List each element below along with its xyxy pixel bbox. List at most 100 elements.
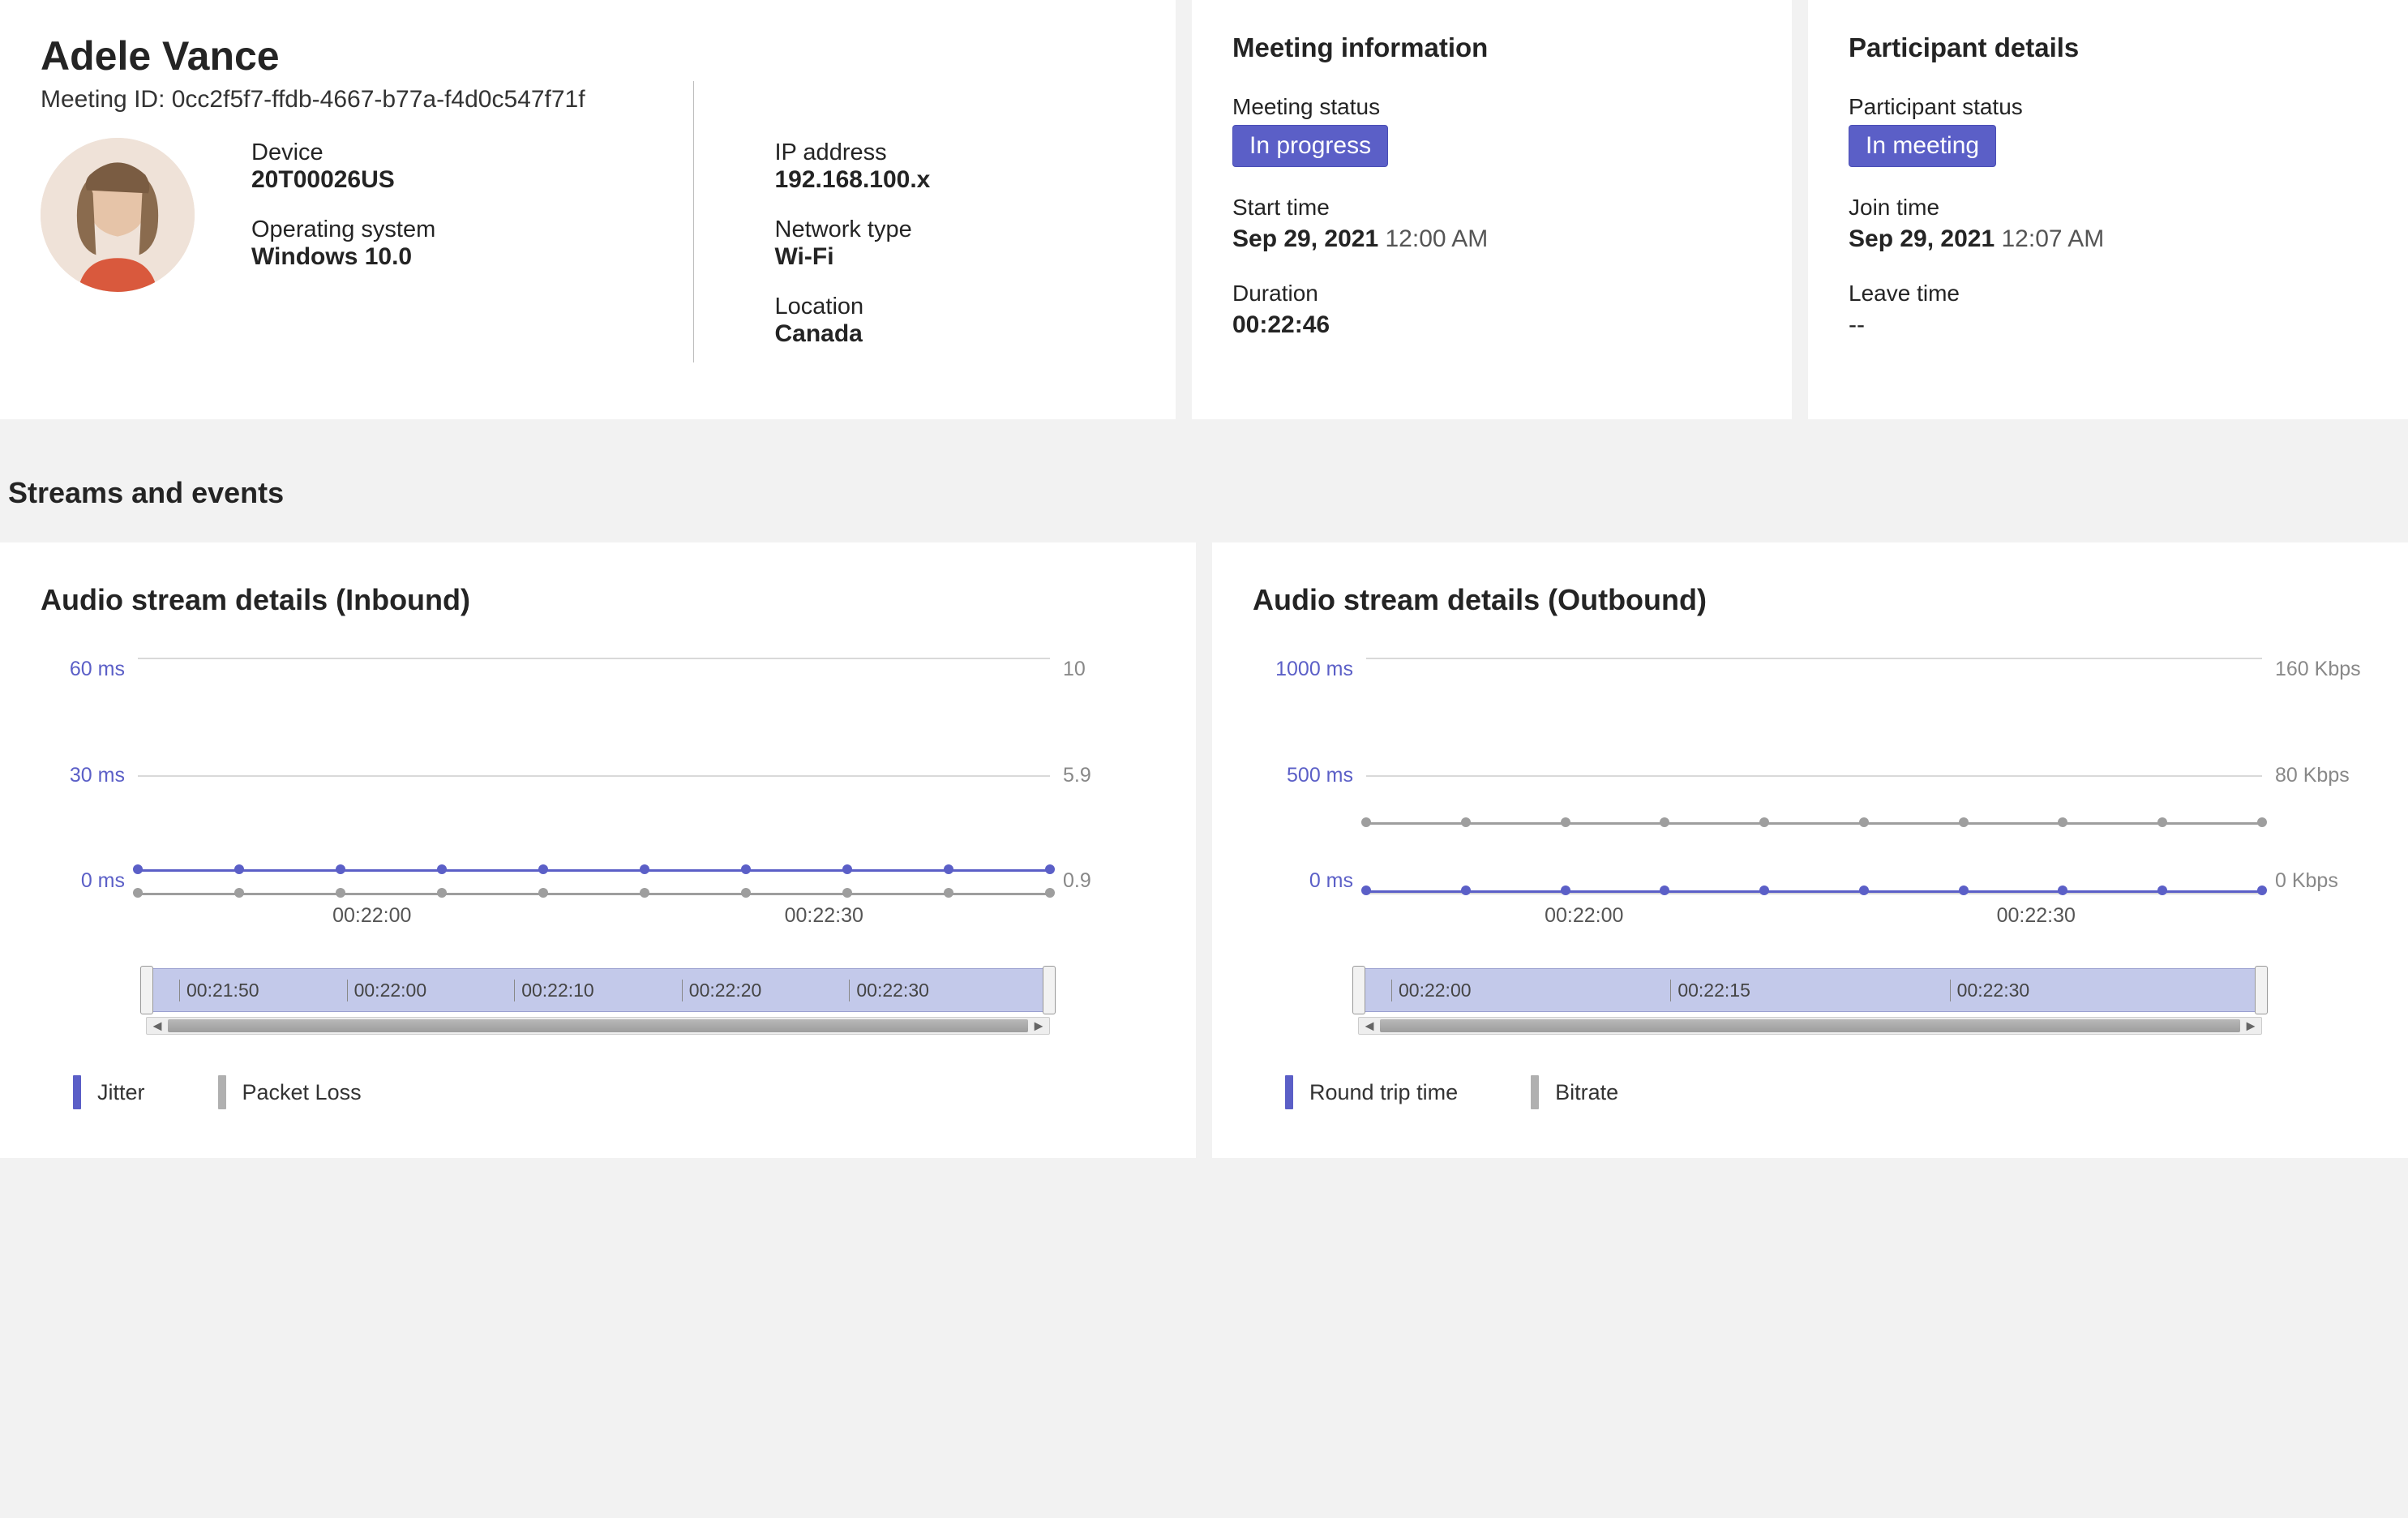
chevron-left-icon[interactable]: ◄ (147, 1018, 168, 1034)
data-marker (944, 888, 953, 898)
user-card: Adele Vance Meeting ID: 0cc2f5f7-ffdb-46… (0, 0, 1176, 419)
avatar-icon (41, 138, 195, 292)
inbound-xaxis: 00:22:00 00:22:30 (146, 904, 1050, 928)
ip-label: IP address (775, 139, 1136, 166)
location-label: Location (775, 294, 1136, 320)
data-marker (2058, 886, 2067, 895)
meeting-status-badge: In progress (1232, 125, 1388, 167)
data-marker (336, 864, 345, 874)
meeting-id-row: Meeting ID: 0cc2f5f7-ffdb-4667-b77a-f4d0… (41, 86, 1135, 114)
data-marker (842, 864, 852, 874)
network-label: Network type (775, 217, 1136, 243)
data-marker (336, 888, 345, 898)
data-marker (2257, 817, 2267, 827)
location-value: Canada (775, 320, 1136, 348)
outbound-yaxis-left: 1000 ms 500 ms 0 ms (1253, 658, 1366, 893)
scrollbar-thumb[interactable] (1380, 1019, 2240, 1032)
os-label: Operating system (251, 217, 612, 243)
data-marker (538, 864, 548, 874)
outbound-chart-title: Audio stream details (Outbound) (1253, 583, 2367, 617)
data-marker (1361, 886, 1371, 895)
participant-status-badge: In meeting (1849, 125, 1996, 167)
data-marker (1045, 888, 1055, 898)
meeting-id-label: Meeting ID: (41, 86, 165, 113)
meeting-info-card: Meeting information Meeting status In pr… (1192, 0, 1792, 419)
data-marker (1045, 864, 1055, 874)
data-marker (842, 888, 852, 898)
chevron-right-icon[interactable]: ► (2240, 1018, 2261, 1034)
meeting-duration-label: Duration (1232, 281, 1751, 307)
data-marker (1859, 886, 1869, 895)
data-marker (2257, 886, 2267, 895)
os-value: Windows 10.0 (251, 243, 612, 271)
data-marker (2157, 817, 2167, 827)
outbound-plot-area[interactable] (1366, 658, 2262, 893)
data-marker (133, 888, 143, 898)
data-marker (538, 888, 548, 898)
inbound-yaxis-right: 10 5.9 0.9 (1050, 658, 1155, 893)
data-marker (1660, 886, 1669, 895)
data-marker (1959, 886, 1969, 895)
data-marker (2157, 886, 2167, 895)
user-name: Adele Vance (41, 32, 1135, 79)
meeting-start-value: Sep 29, 2021 12:00 AM (1232, 225, 1751, 253)
inbound-packetloss-line (138, 893, 1050, 895)
outbound-legend: Round trip time Bitrate (1285, 1075, 2367, 1109)
data-marker (234, 864, 244, 874)
outbound-yaxis-right: 160 Kbps 80 Kbps 0 Kbps (2262, 658, 2367, 893)
outbound-scrollbar[interactable]: ◄ ► (1358, 1017, 2262, 1035)
data-marker (1361, 817, 1371, 827)
data-marker (1959, 817, 1969, 827)
legend-bitrate[interactable]: Bitrate (1531, 1075, 1618, 1109)
data-marker (741, 864, 751, 874)
meeting-id-value: 0cc2f5f7-ffdb-4667-b77a-f4d0c547f71f (172, 86, 585, 113)
data-marker (1859, 817, 1869, 827)
participant-card: Participant details Participant status I… (1808, 0, 2408, 419)
inbound-brush[interactable]: 00:21:50 00:22:00 00:22:10 00:22:20 00:2… (146, 968, 1050, 1035)
inbound-plot-area[interactable] (138, 658, 1050, 893)
outbound-xaxis: 00:22:00 00:22:30 (1358, 904, 2262, 928)
ip-value: 192.168.100.x (775, 166, 1136, 194)
network-value: Wi-Fi (775, 243, 1136, 271)
legend-swatch-icon (218, 1075, 226, 1109)
meeting-start-label: Start time (1232, 195, 1751, 221)
data-marker (640, 888, 649, 898)
meeting-status-label: Meeting status (1232, 94, 1751, 120)
chevron-left-icon[interactable]: ◄ (1359, 1018, 1380, 1034)
data-marker (437, 864, 447, 874)
inbound-legend: Jitter Packet Loss (73, 1075, 1155, 1109)
legend-swatch-icon (1285, 1075, 1293, 1109)
avatar (41, 138, 195, 292)
vertical-divider (693, 81, 694, 362)
outbound-bitrate-line (1366, 822, 2262, 825)
data-marker (640, 864, 649, 874)
participant-leave-value: -- (1849, 311, 2367, 339)
data-marker (133, 864, 143, 874)
device-value: 20T00026US (251, 166, 612, 194)
outbound-brush[interactable]: 00:22:00 00:22:15 00:22:30 ◄ ► (1358, 968, 2262, 1035)
legend-jitter[interactable]: Jitter (73, 1075, 145, 1109)
streams-section-title: Streams and events (8, 476, 2408, 510)
data-marker (1461, 886, 1471, 895)
inbound-scrollbar[interactable]: ◄ ► (146, 1017, 1050, 1035)
inbound-chart-title: Audio stream details (Inbound) (41, 583, 1155, 617)
data-marker (1660, 817, 1669, 827)
participant-status-label: Participant status (1849, 94, 2367, 120)
inbound-chart-card: Audio stream details (Inbound) 60 ms 30 … (0, 542, 1196, 1158)
legend-packet-loss[interactable]: Packet Loss (218, 1075, 362, 1109)
chevron-right-icon[interactable]: ► (1028, 1018, 1049, 1034)
participant-leave-label: Leave time (1849, 281, 2367, 307)
data-marker (1561, 817, 1570, 827)
data-marker (234, 888, 244, 898)
inbound-yaxis-left: 60 ms 30 ms 0 ms (41, 658, 138, 893)
meeting-duration-value: 00:22:46 (1232, 311, 1751, 339)
device-label: Device (251, 139, 612, 166)
data-marker (1561, 886, 1570, 895)
legend-round-trip-time[interactable]: Round trip time (1285, 1075, 1458, 1109)
participant-join-value: Sep 29, 2021 12:07 AM (1849, 225, 2367, 253)
scrollbar-thumb[interactable] (168, 1019, 1028, 1032)
meeting-info-title: Meeting information (1232, 32, 1751, 63)
legend-swatch-icon (73, 1075, 81, 1109)
participant-join-label: Join time (1849, 195, 2367, 221)
inbound-jitter-line (138, 869, 1050, 872)
